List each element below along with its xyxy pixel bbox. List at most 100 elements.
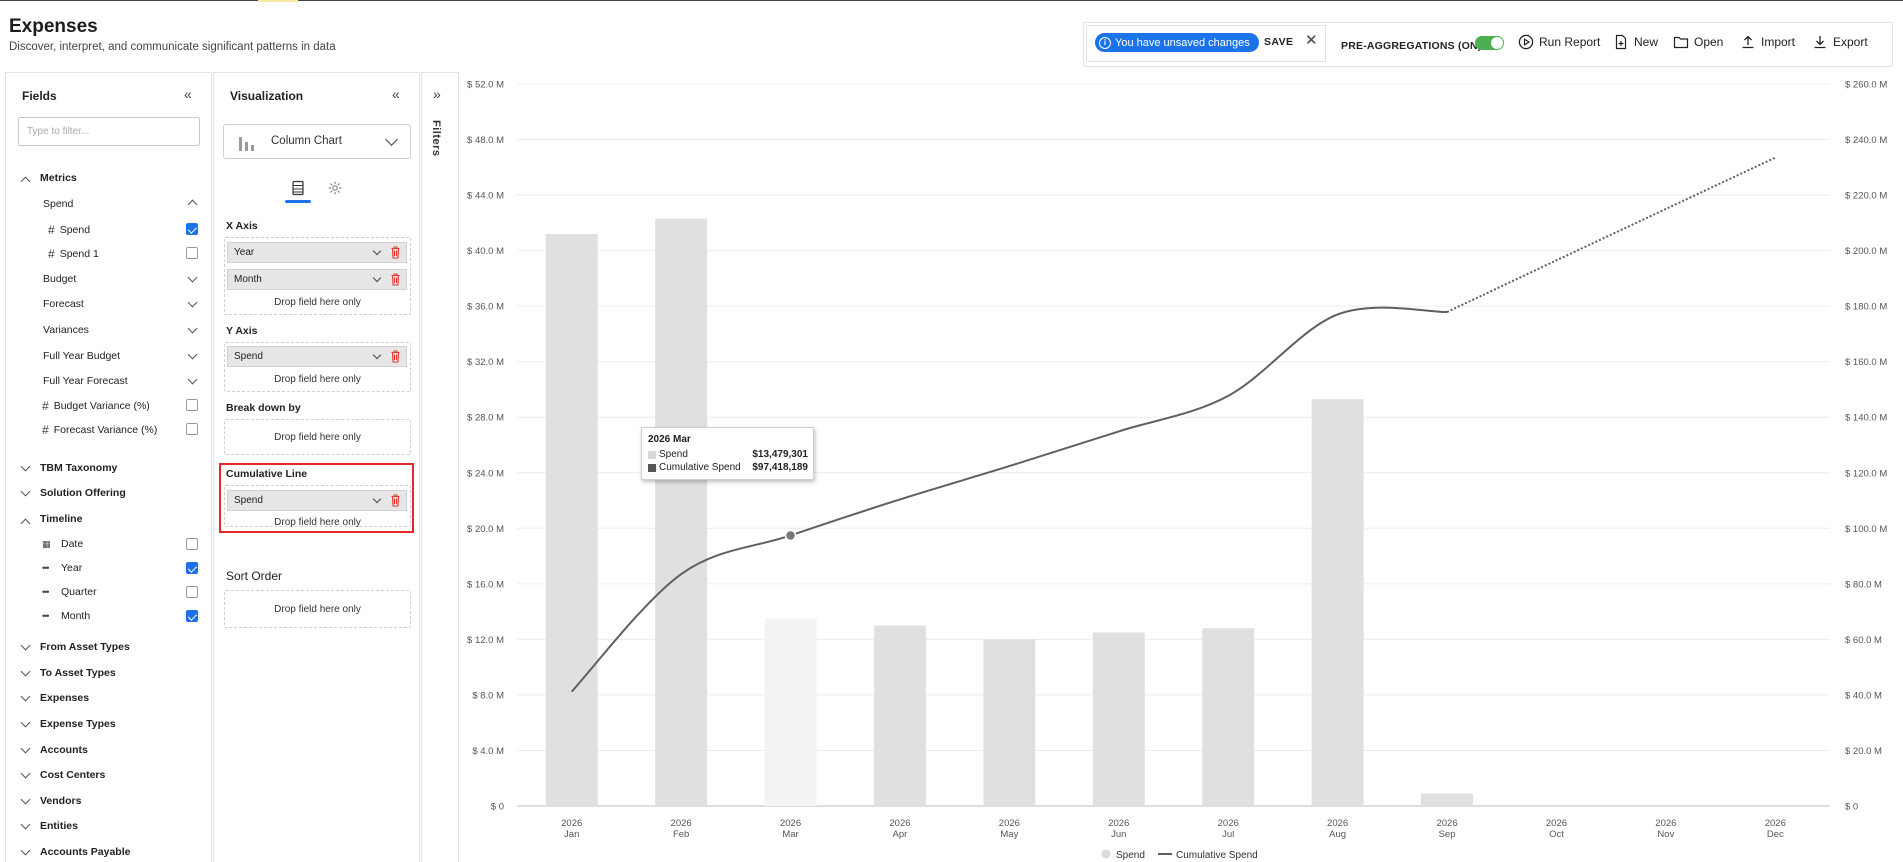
chevron-down-icon[interactable] <box>372 273 382 283</box>
x-axis-field-year[interactable]: Year <box>227 242 407 263</box>
tree-section-accounts-payable[interactable]: Accounts Payable <box>40 846 130 858</box>
export-button[interactable]: Export <box>1812 34 1868 50</box>
checkbox-month[interactable] <box>186 610 198 622</box>
chevron-down-icon[interactable] <box>372 350 382 360</box>
save-button[interactable]: SAVE <box>1264 36 1293 48</box>
tree-item-quarter[interactable]: ••• Quarter <box>42 586 97 598</box>
tree-item-month[interactable]: ••• Month <box>42 610 90 622</box>
settings-tab-icon[interactable] <box>327 180 343 196</box>
field-filter-input[interactable] <box>18 117 200 146</box>
collapse-fields-icon[interactable]: « <box>184 86 192 102</box>
close-icon[interactable]: ✕ <box>1305 31 1318 49</box>
tree-item-label: Forecast <box>43 298 84 310</box>
checkbox-spend[interactable] <box>186 223 198 235</box>
tree-section-solution-offering[interactable]: Solution Offering <box>40 487 126 499</box>
tree-section-tbm-taxonomy[interactable]: TBM Taxonomy <box>40 462 117 474</box>
tree-section-to-asset-types[interactable]: To Asset Types <box>40 667 116 679</box>
tree-section-expenses[interactable]: Expenses <box>40 692 89 704</box>
tree-section-metrics[interactable]: Metrics <box>40 172 77 184</box>
x-tick-label-year: 2026 <box>561 818 582 829</box>
y-right-tick-label: $ 260.0 M <box>1845 80 1887 91</box>
spend-bar[interactable] <box>983 639 1036 806</box>
collapse-visualization-icon[interactable]: « <box>392 86 400 102</box>
dimension-icon: ••• <box>42 611 49 621</box>
tree-section-vendors[interactable]: Vendors <box>40 795 81 807</box>
x-tick-label-year: 2026 <box>1218 818 1239 829</box>
x-tick-label-month: Dec <box>1767 829 1784 840</box>
tree-group-budget[interactable]: Budget <box>43 273 76 285</box>
x-axis-field-month[interactable]: Month <box>227 269 407 290</box>
trash-icon[interactable] <box>391 350 400 363</box>
x-tick-label-year: 2026 <box>780 818 801 829</box>
y-left-tick-label: $ 44.0 M <box>467 191 504 202</box>
x-tick-label-year: 2026 <box>1436 818 1457 829</box>
tree-section-from-asset-types[interactable]: From Asset Types <box>40 641 130 653</box>
dimension-icon: ••• <box>42 587 49 597</box>
info-icon: i <box>1099 36 1111 49</box>
spend-bar[interactable] <box>1311 399 1364 806</box>
data-tab-icon[interactable] <box>290 180 306 196</box>
field-chip-label: Year <box>234 247 255 258</box>
tree-section-cost-centers[interactable]: Cost Centers <box>40 769 105 781</box>
new-button[interactable]: New <box>1613 34 1658 50</box>
chart-type-select[interactable]: Column Chart <box>223 124 411 159</box>
measure-icon: # <box>42 423 49 437</box>
filters-strip[interactable] <box>421 72 459 862</box>
tree-item-spend-1[interactable]: # Spend 1 <box>48 247 99 261</box>
import-label: Import <box>1761 35 1796 49</box>
fields-panel-title: Fields <box>22 89 57 103</box>
tree-item-date[interactable]: ▦ Date <box>42 538 83 550</box>
x-tick-label-year: 2026 <box>1765 818 1786 829</box>
breakdown-drop-hint: Drop field here only <box>274 432 361 443</box>
tree-group-spend[interactable]: Spend <box>43 198 73 210</box>
tree-section-entities[interactable]: Entities <box>40 820 78 832</box>
y-axis-label: Y Axis <box>226 325 258 337</box>
spend-bar[interactable] <box>873 625 926 807</box>
checkbox-date[interactable] <box>186 538 198 550</box>
trash-icon[interactable] <box>391 273 400 286</box>
calendar-icon: ▦ <box>42 538 51 549</box>
spend-bar[interactable] <box>545 233 598 806</box>
expand-filters-icon[interactable]: » <box>433 86 441 102</box>
chevron-down-icon[interactable] <box>372 246 382 256</box>
tree-item-metric-1[interactable]: # Forecast Variance (%) <box>42 423 157 437</box>
run-report-button[interactable]: Run Report <box>1518 34 1600 50</box>
checkbox-metric-0[interactable] <box>186 399 198 411</box>
tree-item-year[interactable]: ••• Year <box>42 562 82 574</box>
spend-bar[interactable] <box>655 218 708 806</box>
checkbox-metric-1[interactable] <box>186 423 198 435</box>
tree-section-expense-types[interactable]: Expense Types <box>40 718 116 730</box>
field-chip-label: Spend <box>234 351 263 362</box>
tree-group-full-year-budget[interactable]: Full Year Budget <box>43 350 120 362</box>
checkbox-spend-1[interactable] <box>186 247 198 259</box>
checkbox-quarter[interactable] <box>186 586 198 598</box>
tree-item-spend[interactable]: # Spend <box>48 223 90 237</box>
spend-bar[interactable] <box>1421 793 1474 806</box>
y-left-tick-label: $ 32.0 M <box>467 357 504 368</box>
x-tick-label-year: 2026 <box>1546 818 1567 829</box>
tree-group-forecast[interactable]: Forecast <box>43 298 84 310</box>
spend-bar[interactable] <box>1092 632 1145 806</box>
y-left-tick-label: $ 12.0 M <box>467 635 504 646</box>
x-tick-label-month: Oct <box>1549 829 1564 840</box>
open-button[interactable]: Open <box>1673 34 1723 50</box>
spend-bar[interactable] <box>1202 628 1255 806</box>
trash-icon[interactable] <box>391 246 400 259</box>
legend-cumulative-label: Cumulative Spend <box>1176 850 1258 861</box>
top-accent-mark <box>258 0 298 2</box>
export-label: Export <box>1833 35 1868 49</box>
tree-section-timeline[interactable]: Timeline <box>40 513 82 525</box>
tree-group-full-year-forecast[interactable]: Full Year Forecast <box>43 375 128 387</box>
tree-item-metric-0[interactable]: # Budget Variance (%) <box>42 399 150 413</box>
pre-aggregations-toggle[interactable] <box>1475 36 1504 50</box>
tree-section-accounts[interactable]: Accounts <box>40 744 88 756</box>
tree-group-variances[interactable]: Variances <box>43 324 89 336</box>
column-chart-icon <box>239 137 254 151</box>
cumulative-spend-projection <box>1446 156 1776 313</box>
x-tick-label-month: Feb <box>673 829 689 840</box>
import-button[interactable]: Import <box>1740 34 1795 50</box>
spend-bar[interactable] <box>764 618 817 806</box>
y-axis-field-spend[interactable]: Spend <box>227 346 407 367</box>
tree-item-label: Full Year Forecast <box>43 375 128 387</box>
checkbox-year[interactable] <box>186 562 198 574</box>
